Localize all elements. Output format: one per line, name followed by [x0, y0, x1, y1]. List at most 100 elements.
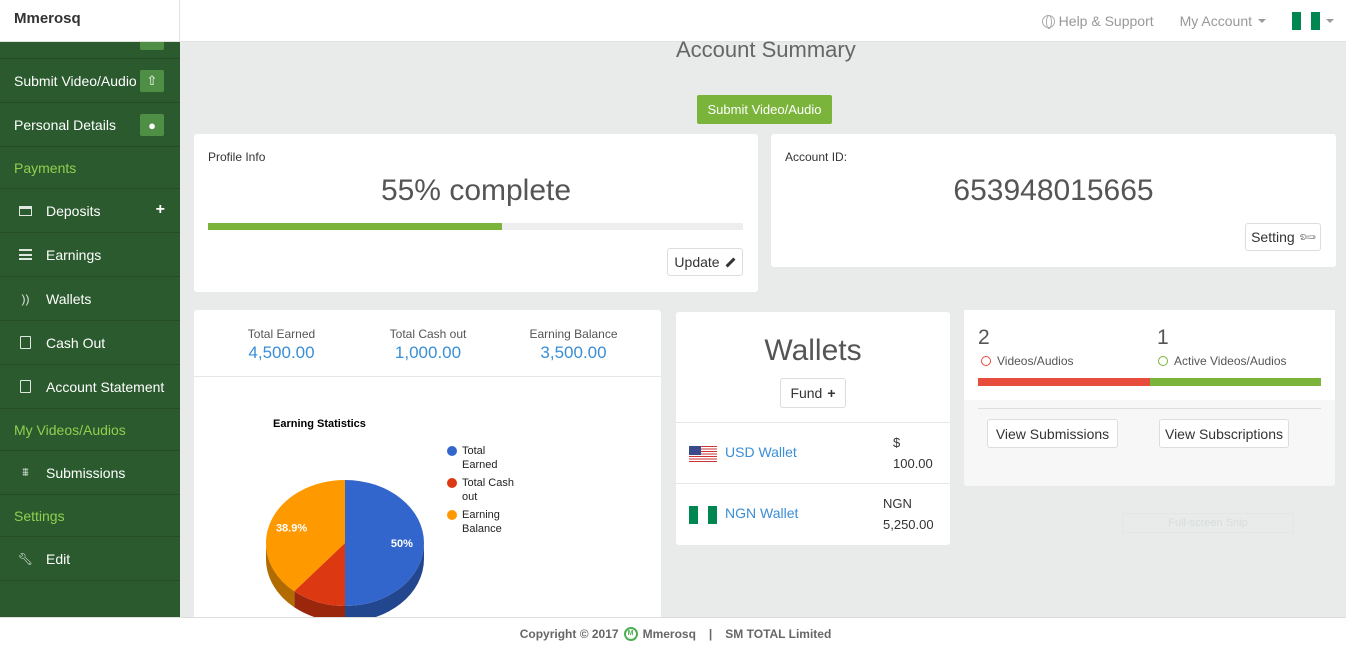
divider [978, 408, 1321, 409]
view-submissions-button[interactable]: View Submissions [987, 419, 1118, 448]
language-dropdown[interactable] [1292, 12, 1334, 30]
sidebar-item-personal-details[interactable]: Personal Details ● [0, 103, 180, 147]
wrench-icon: 🔧︎ [1296, 226, 1318, 248]
usd-wallet-link[interactable]: USD Wallet [725, 444, 797, 460]
stat-value: 3,500.00 [540, 343, 607, 362]
my-account-label: My Account [1179, 13, 1252, 29]
sidebar-item-label: Account Statement [46, 378, 165, 395]
upload-icon: ⇧ [140, 70, 164, 92]
wallet-icon: )) [21, 291, 30, 306]
copyright-text: Copyright © 2017 [519, 626, 619, 641]
active-label: Active Videos/Audios [1174, 354, 1287, 368]
nigeria-flag-icon [689, 506, 717, 524]
profile-progress-fill [208, 223, 503, 230]
sidebar-item-label: Wallets [46, 290, 92, 307]
videos-card: 2 Videos/Audios 1 Active Videos/Audios V… [964, 310, 1335, 486]
top-bar: Mmerosq Help & Support My Account [0, 0, 1346, 42]
ngn-wallet-link[interactable]: NGN Wallet [725, 505, 798, 521]
earnings-stats-card: Total Earned 4,500.00 Total Cash out 1,0… [194, 310, 661, 617]
credit-card-icon [18, 204, 33, 218]
help-support-link[interactable]: Help & Support [1041, 13, 1154, 29]
legend-item[interactable]: Total Earned [447, 444, 522, 472]
stat-value: 4,500.00 [248, 343, 315, 362]
circle-icon [1158, 356, 1168, 366]
view-subscriptions-button[interactable]: View Subscriptions [1159, 419, 1289, 448]
setting-button[interactable]: Setting 🔧︎ [1245, 223, 1321, 251]
account-id-label: Account ID: [785, 150, 848, 164]
profile-info-card: Profile Info 55% complete Update [194, 134, 758, 292]
pie-data-label: 50% [391, 538, 413, 550]
sidebar-item-edit[interactable]: 🔧︎ Edit [0, 537, 180, 581]
sidebar-item-label: Earnings [46, 246, 102, 263]
sidebar-heading-settings: Settings [0, 495, 180, 537]
update-button[interactable]: Update [667, 248, 743, 276]
sidebar-item-label: Submissions [46, 464, 126, 481]
wallet-row-usd: USD Wallet $ 100.00 [676, 422, 950, 483]
stat-label: Total Earned [247, 327, 316, 341]
chart-legend: Total Earned Total Cash out Earning Bala… [447, 444, 522, 540]
videos-label: Videos/Audios [997, 354, 1074, 368]
wallets-card: Wallets Fund + USD Wallet $ 100.00 NGN W… [676, 312, 950, 545]
list-icon [18, 248, 33, 262]
active-videos-bar [1150, 378, 1321, 386]
sidebar-item-submissions[interactable]: ⩩ Submissions [0, 451, 180, 495]
globe-icon [1041, 14, 1055, 29]
setting-label: Setting [1251, 229, 1295, 245]
divider [194, 376, 661, 377]
nigeria-flag-icon [1292, 12, 1320, 30]
legend-item[interactable]: Earning Balance [447, 508, 522, 536]
footer-separator: | [708, 626, 713, 641]
sidebar-item-wallets[interactable]: )) Wallets [0, 277, 180, 321]
cash-out-icon [18, 336, 33, 350]
sidebar-item-account-statement[interactable]: Account Statement [0, 365, 180, 409]
stat-value: 1,000.00 [394, 343, 462, 362]
sidebar-item-submit-video[interactable]: Submit Video/Audio ⇧ [0, 59, 180, 103]
active-videos-label: Active Videos/Audios [1158, 354, 1287, 368]
stat-total-cash-out: Total Cash out 1,000.00 [374, 327, 482, 363]
legend-dot [447, 446, 457, 456]
caret-down-icon [1326, 19, 1334, 23]
brand-logo-icon: M [623, 626, 638, 641]
help-support-label: Help & Support [1058, 13, 1154, 29]
pencil-icon [725, 257, 736, 267]
brand-logo[interactable]: Mmerosq [0, 0, 180, 42]
legend-dot [447, 510, 457, 520]
pie-data-label: 38.9% [276, 523, 307, 535]
footer: Copyright © 2017 M Mmerosq | SM TOTAL Li… [0, 617, 1346, 649]
footer-company: SM TOTAL Limited [725, 626, 832, 641]
wrench-icon: 🔧︎ [17, 551, 34, 566]
videos-count-label: Videos/Audios [981, 354, 1074, 368]
legend-item[interactable]: Total Cash out [447, 476, 522, 504]
stat-total-earned: Total Earned 4,500.00 [234, 327, 329, 363]
user-icon: ● [140, 114, 164, 136]
caret-down-icon [1258, 19, 1266, 23]
legend-label: Earning Balance [462, 509, 502, 535]
sidebar-item-earnings[interactable]: Earnings [0, 233, 180, 277]
us-flag-icon [689, 446, 717, 462]
sidebar-item-deposits[interactable]: Deposits + [0, 189, 180, 233]
plus-icon[interactable]: + [156, 201, 165, 219]
fund-label: Fund [790, 385, 823, 401]
account-id-card: Account ID: 653948015665 Setting 🔧︎ [771, 134, 1336, 267]
wallet-row-ngn: NGN Wallet NGN 5,250.00 [676, 483, 950, 544]
my-account-dropdown[interactable]: My Account [1180, 13, 1266, 29]
sidebar-item-label: Edit [46, 550, 71, 567]
document-icon [18, 380, 33, 394]
update-label: Update [674, 254, 720, 270]
legend-label: Total Cash out [462, 477, 514, 503]
sidebar: Submit Video/Audio ⇧ Personal Details ● … [0, 42, 180, 617]
sidebar-item-dashboard-partial[interactable] [0, 42, 180, 59]
usd-wallet-amount: 100.00 [893, 456, 933, 471]
ngn-wallet-currency: NGN [883, 496, 912, 511]
sidebar-item-label: Cash Out [46, 334, 106, 351]
active-videos-count: 1 [1157, 326, 1169, 349]
wallets-title: Wallets [764, 334, 862, 367]
pie-chart: 50% 38.9% [266, 480, 424, 617]
stat-label: Earning Balance [529, 327, 618, 341]
videos-bar [978, 378, 1150, 386]
fund-button[interactable]: Fund + [780, 378, 846, 408]
sidebar-item-label: Personal Details [14, 116, 116, 133]
sidebar-item-cash-out[interactable]: Cash Out [0, 321, 180, 365]
top-nav: Help & Support My Account [1041, 0, 1334, 42]
submit-video-button[interactable]: Submit Video/Audio [697, 95, 832, 124]
